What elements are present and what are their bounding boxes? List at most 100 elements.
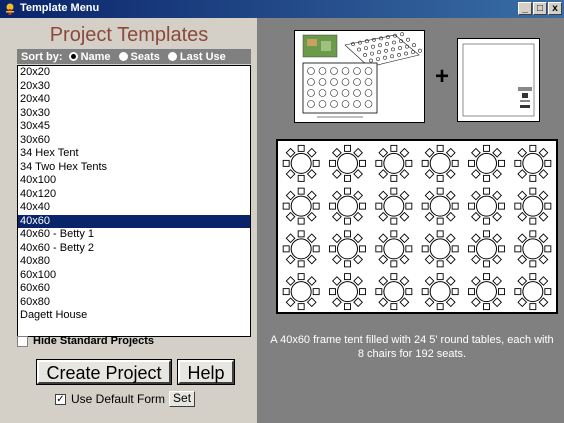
sort-by-name-radio[interactable]: Name xyxy=(68,51,111,63)
hide-standard-checkbox-row[interactable]: Hide Standard Projects xyxy=(17,335,154,347)
chair xyxy=(544,288,552,296)
chair xyxy=(517,254,528,265)
list-item[interactable]: Dagett House xyxy=(18,309,250,323)
radio-icon xyxy=(68,52,78,61)
list-item[interactable]: 40x80 xyxy=(18,255,250,269)
chair xyxy=(359,288,366,296)
chair xyxy=(471,254,481,265)
sort-by-seats-radio[interactable]: Seats xyxy=(118,51,160,63)
help-button[interactable]: Help xyxy=(177,359,235,385)
chair xyxy=(529,230,537,238)
chair xyxy=(492,211,502,222)
chair xyxy=(332,169,342,179)
chair xyxy=(424,254,435,265)
round-table xyxy=(468,144,505,182)
list-item[interactable]: 40x60 - Betty 1 xyxy=(18,228,250,242)
chair xyxy=(517,297,528,308)
list-item[interactable]: 34 Two Hex Tents xyxy=(18,161,250,175)
chair xyxy=(538,276,549,286)
chair xyxy=(390,230,398,238)
chair xyxy=(405,245,413,253)
chair xyxy=(529,260,537,268)
chair xyxy=(517,233,528,244)
chair xyxy=(517,147,528,158)
chair xyxy=(445,211,456,222)
chair xyxy=(517,169,528,179)
round-table xyxy=(375,273,413,311)
chair xyxy=(514,288,522,296)
list-item[interactable]: 60x80 xyxy=(18,296,250,310)
chair xyxy=(329,202,336,210)
chair xyxy=(517,276,528,286)
chair xyxy=(498,159,505,167)
list-item[interactable]: 40x120 xyxy=(18,188,250,202)
round-table xyxy=(468,273,505,311)
list-item[interactable]: 20x20 xyxy=(18,66,250,80)
list-item[interactable]: 40x100 xyxy=(18,174,250,188)
chair xyxy=(353,297,363,308)
chair xyxy=(312,159,320,167)
close-button[interactable]: x xyxy=(548,2,562,15)
chair xyxy=(436,260,444,268)
chair xyxy=(529,273,537,281)
chair xyxy=(285,147,296,158)
chair xyxy=(378,276,389,286)
chair xyxy=(332,147,342,158)
chair xyxy=(399,254,410,265)
chair xyxy=(390,217,398,225)
chair xyxy=(344,260,351,268)
list-item[interactable]: 30x30 xyxy=(18,107,250,121)
chair xyxy=(436,217,444,225)
chair xyxy=(378,147,389,158)
hide-standard-checkbox[interactable] xyxy=(17,335,28,347)
chair xyxy=(359,159,366,167)
list-item[interactable]: 30x60 xyxy=(18,134,250,148)
chair xyxy=(297,144,305,152)
list-item[interactable]: 60x60 xyxy=(18,282,250,296)
list-item[interactable]: 40x60 xyxy=(18,214,250,228)
left-panel: Project Templates Sort by: Name Seats La… xyxy=(0,18,255,423)
chair xyxy=(332,254,342,265)
chair xyxy=(353,254,363,265)
chair xyxy=(424,276,435,286)
chair xyxy=(375,202,383,210)
chair xyxy=(445,254,456,265)
chair xyxy=(353,233,363,244)
chair xyxy=(306,169,317,179)
sort-by-last-use-radio[interactable]: Last Use xyxy=(167,51,226,63)
chair xyxy=(483,187,490,195)
maximize-button[interactable]: □ xyxy=(533,2,547,15)
list-item[interactable]: 20x30 xyxy=(18,80,250,94)
chair xyxy=(390,303,398,311)
minimize-button[interactable]: _ xyxy=(518,2,532,15)
chair xyxy=(306,211,317,222)
chair xyxy=(424,233,435,244)
list-item[interactable]: 34 Hex Tent xyxy=(18,147,250,161)
chair xyxy=(297,230,305,238)
list-item[interactable]: 60x100 xyxy=(18,269,250,283)
chair xyxy=(471,276,481,286)
use-default-form-checkbox[interactable]: ✓ xyxy=(55,393,66,405)
chair xyxy=(451,202,459,210)
template-listbox[interactable]: 20x20 20x30 20x40 30x30 30x45 30x60 34 Hex Ten… xyxy=(17,65,251,337)
list-item[interactable]: 40x60 - Betty 2 xyxy=(18,242,250,256)
chair xyxy=(424,297,435,308)
chair xyxy=(282,202,290,210)
chair xyxy=(375,288,383,296)
chair xyxy=(471,233,481,244)
create-project-button[interactable]: Create Project xyxy=(36,359,172,385)
chair xyxy=(390,273,398,281)
list-item[interactable]: 30x45 xyxy=(18,120,250,134)
chair xyxy=(344,144,351,152)
round-table xyxy=(329,187,366,225)
chair xyxy=(297,187,305,195)
chair xyxy=(492,233,502,244)
chair xyxy=(285,254,296,265)
set-button[interactable]: Set xyxy=(169,391,196,407)
list-item[interactable]: 20x40 xyxy=(18,93,250,107)
chair xyxy=(517,211,528,222)
chair xyxy=(332,297,342,308)
list-item[interactable]: 40x40 xyxy=(18,201,250,215)
chair xyxy=(492,169,502,179)
round-table xyxy=(282,230,320,268)
